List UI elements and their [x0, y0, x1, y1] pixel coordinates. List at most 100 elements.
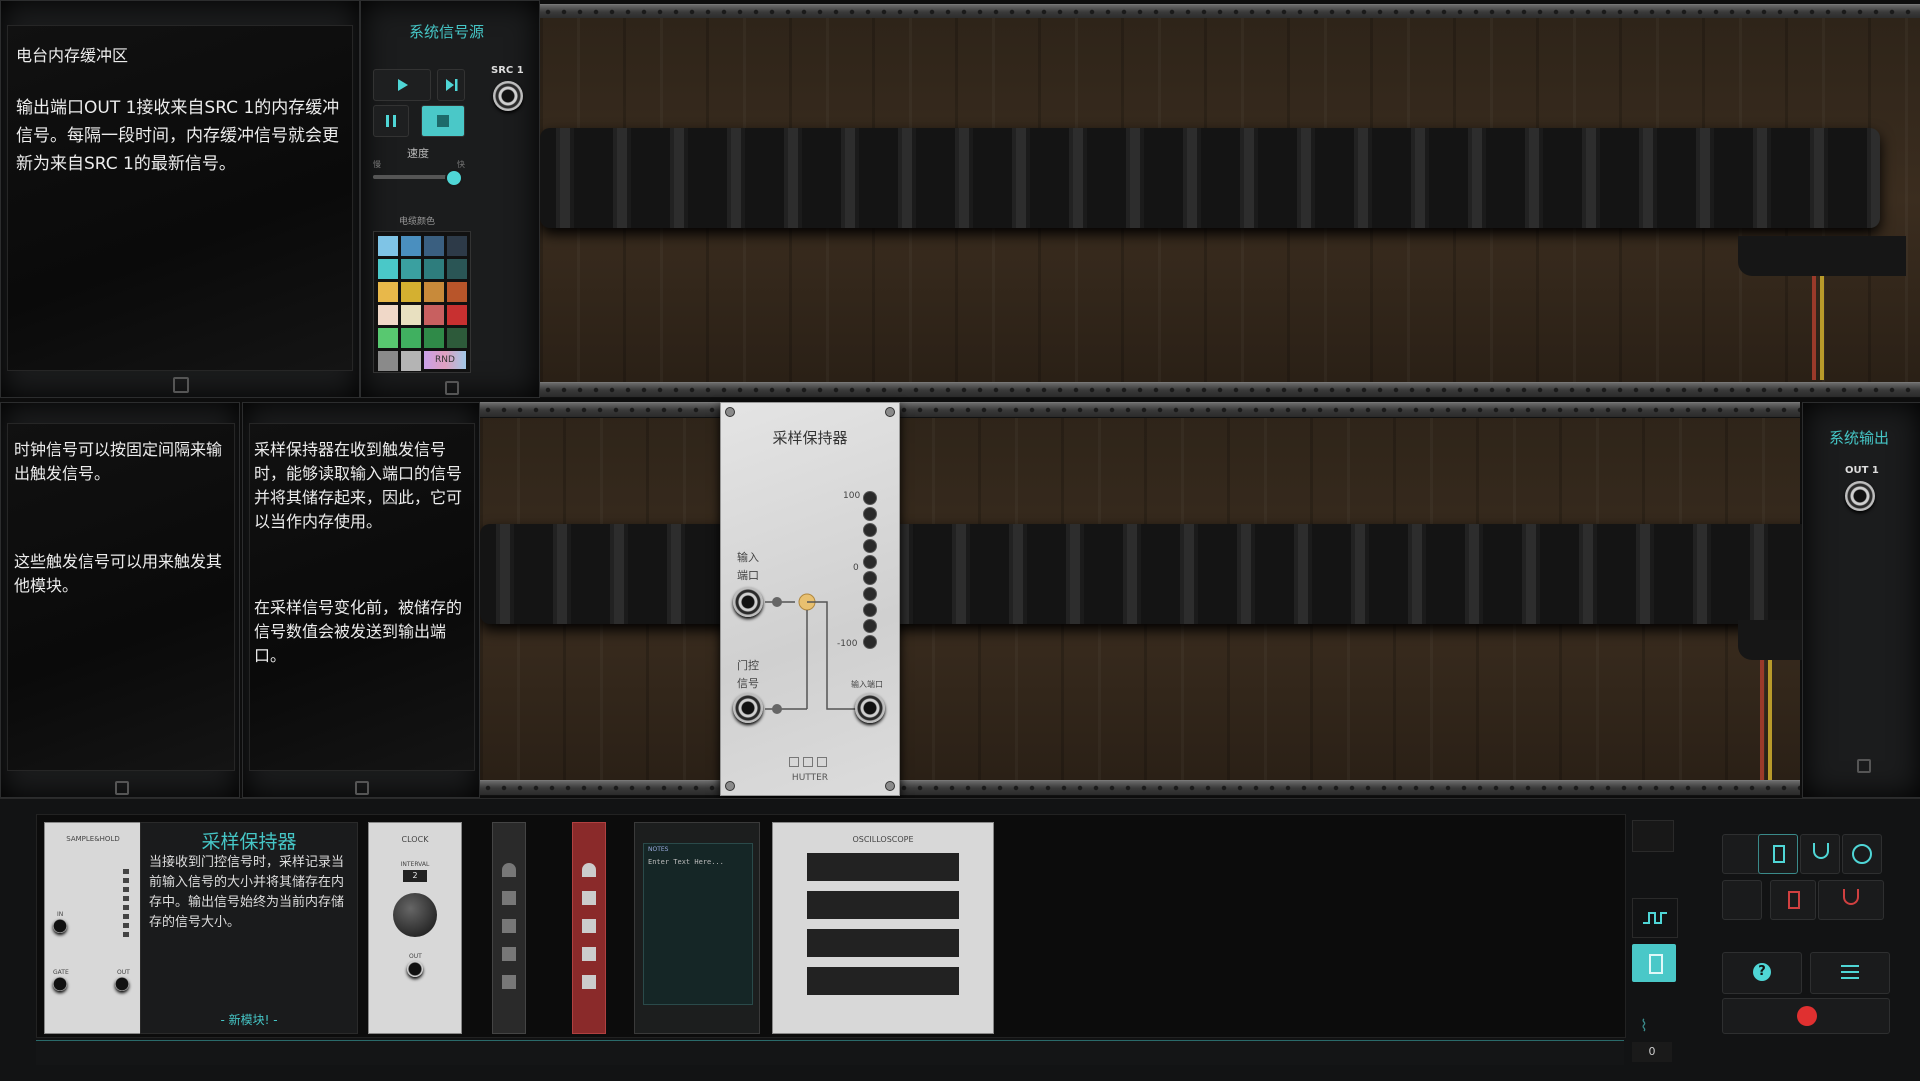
src-1-jack[interactable] — [493, 81, 523, 111]
cable-color-swatch[interactable] — [378, 259, 398, 279]
cable-red — [1812, 276, 1816, 380]
top-cable-plug — [1738, 236, 1906, 276]
lock-icon[interactable] — [445, 381, 459, 395]
cable-color-swatch[interactable] — [378, 305, 398, 325]
tray-card-thin-1[interactable] — [492, 822, 526, 1034]
cable-color-swatch[interactable] — [447, 305, 467, 325]
tray-card-thin-red[interactable] — [572, 822, 606, 1034]
module-toggle-icon[interactable] — [1758, 834, 1798, 874]
tray-clock-out-label: OUT — [409, 953, 422, 960]
cable-yellow — [1820, 276, 1824, 380]
info-panel: 电台内存缓冲区 输出端口OUT 1接收来自SRC 1的内存缓冲信号。每隔一段时间… — [0, 0, 360, 398]
cable-color-swatch[interactable] — [401, 328, 421, 348]
hint-clock-p2: 这些触发信号可以用来触发其他模块。 — [14, 552, 223, 595]
trash-icon[interactable] — [1722, 880, 1762, 920]
src-label: SRC 1 — [491, 65, 524, 76]
out-1-jack[interactable] — [1845, 481, 1875, 511]
lock-toggle-icon[interactable] — [1722, 834, 1762, 874]
cable-tab-icon[interactable]: ⌇ — [1640, 1016, 1664, 1036]
cable-red — [1760, 660, 1764, 780]
lock-icon[interactable] — [115, 781, 129, 795]
cable-color-swatch[interactable] — [424, 328, 444, 348]
hint-clock-p1: 时钟信号可以按固定间隔来输出触发信号。 — [14, 440, 223, 483]
tray-osc-name: OSCILLOSCOPE — [852, 835, 914, 844]
speed-slider[interactable] — [373, 169, 463, 187]
tray-card-name: SAMPLE&HOLD — [66, 835, 120, 843]
random-color-button[interactable]: RND — [424, 351, 466, 369]
cable-color-swatch[interactable] — [378, 351, 398, 371]
source-panel-title: 系统信号源 — [409, 23, 485, 41]
signal-flow-diagram — [765, 593, 857, 714]
tray-description-title: 采样保持器 — [201, 831, 297, 853]
output-port-jack[interactable] — [855, 693, 885, 723]
hint-panel-clock: 时钟信号可以按固定间隔来输出触发信号。 这些触发信号可以用来触发其他模块。 — [0, 402, 240, 798]
module-tab-icon[interactable] — [1632, 944, 1676, 982]
tray-scrollbar[interactable] — [36, 1040, 1624, 1065]
module-brand: HUTTER — [791, 773, 829, 783]
info-panel-title: 电台内存缓冲区 — [16, 46, 129, 65]
output-port-label: 输入端口 — [851, 680, 883, 689]
mid-rail — [540, 382, 1920, 398]
tray-notes-placeholder: Enter Text Here... — [648, 858, 724, 866]
module-delete-icon[interactable] — [817, 757, 827, 767]
help-icon[interactable]: ? — [1722, 952, 1802, 994]
cable-color-swatch[interactable] — [424, 305, 444, 325]
sample-hold-module[interactable]: 采样保持器 100 0 -100 输入 端口 门控 信号 输入端口 HUTTER — [720, 402, 900, 796]
waveform-tab-icon[interactable] — [1632, 898, 1678, 938]
hint-sh-p1: 采样保持器在收到触发信号时，能够读取输入端口的信号并将其储存起来，因此，它可以当… — [254, 440, 463, 531]
out-1-label: OUT 1 — [1845, 465, 1879, 476]
menu-icon[interactable] — [1810, 952, 1890, 994]
tray-card-out-jack — [115, 977, 129, 991]
cable-color-swatch[interactable] — [424, 236, 444, 256]
cable-color-swatch[interactable] — [447, 236, 467, 256]
lock-icon[interactable] — [1857, 759, 1871, 773]
cable-color-swatch[interactable] — [424, 282, 444, 302]
cable-color-swatch[interactable] — [401, 305, 421, 325]
lock-icon[interactable] — [173, 377, 189, 393]
tray-clock-knob — [393, 893, 437, 937]
tray-delete-icon[interactable] — [1632, 820, 1674, 852]
lock-icon[interactable] — [355, 781, 369, 795]
cable-color-swatch[interactable] — [378, 236, 398, 256]
step-button[interactable] — [437, 69, 465, 101]
cable-color-swatch[interactable] — [424, 259, 444, 279]
tray-card-in-jack — [53, 919, 67, 933]
module-lock-icon[interactable] — [789, 757, 799, 767]
mid-cable-plug — [1738, 620, 1808, 660]
cable-color-label: 电缆颜色 — [399, 217, 436, 227]
delete-module-icon[interactable] — [1770, 880, 1816, 920]
record-button[interactable] — [1722, 998, 1890, 1034]
pause-button[interactable] — [373, 105, 409, 137]
cable-color-swatch[interactable] — [378, 328, 398, 348]
tray-notes-title: NOTES — [648, 846, 669, 853]
cable-color-swatch[interactable] — [447, 259, 467, 279]
cable-color-swatch[interactable] — [401, 236, 421, 256]
clock-toggle-icon[interactable] — [1842, 834, 1882, 874]
info-panel-body: 输出端口OUT 1接收来自SRC 1的内存缓冲信号。每隔一段时间，内存缓冲信号就… — [16, 98, 340, 174]
cable-color-swatch[interactable] — [447, 328, 467, 348]
delete-cable-icon[interactable] — [1818, 880, 1884, 920]
cable-toggle-icon[interactable] — [1800, 834, 1840, 874]
tray-clock-name: CLOCK — [401, 835, 429, 844]
tray-description-body: 当接收到门控信号时，采样记录当前输入信号的大小并将其储存在内存中。输出信号始终为… — [149, 855, 345, 930]
tray-card-clock[interactable]: CLOCK INTERVAL 2 OUT — [368, 822, 462, 1034]
tray-card-out-label: OUT — [117, 969, 130, 976]
new-module-label: - 新模块! - — [220, 1013, 278, 1027]
speed-slow-label: 慢 — [373, 160, 381, 169]
tray-counter: 0 — [1632, 1042, 1672, 1062]
module-copy-icon[interactable] — [803, 757, 813, 767]
cable-color-swatch[interactable] — [447, 282, 467, 302]
stop-button[interactable] — [421, 105, 465, 137]
tray-card-leds — [123, 869, 129, 939]
tray-card-sample-hold[interactable]: SAMPLE&HOLD IN GATE OUT — [44, 822, 142, 1034]
cable-color-swatch[interactable] — [401, 259, 421, 279]
play-button[interactable] — [373, 69, 431, 101]
system-output-title: 系统输出 — [1829, 429, 1890, 447]
tray-card-oscilloscope[interactable]: OSCILLOSCOPE — [772, 822, 994, 1034]
speed-slider-knob[interactable] — [445, 169, 463, 187]
tray-card-in-label: IN — [57, 911, 64, 918]
tray-card-notes[interactable]: NOTES Enter Text Here... — [634, 822, 760, 1034]
cable-color-swatch[interactable] — [401, 282, 421, 302]
cable-color-swatch[interactable] — [401, 351, 421, 371]
cable-color-swatch[interactable] — [378, 282, 398, 302]
